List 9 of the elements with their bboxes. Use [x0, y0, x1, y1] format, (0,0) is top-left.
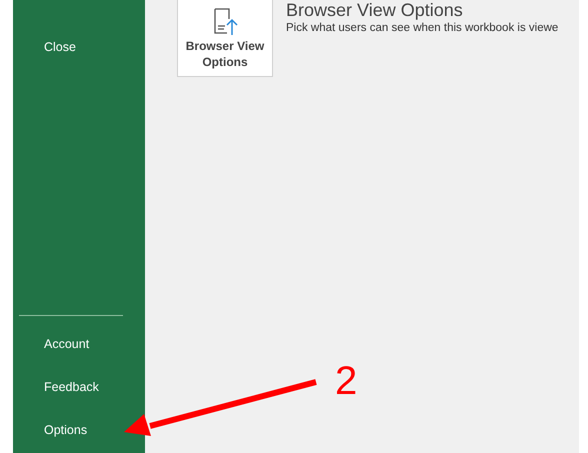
sidebar-item[interactable]: Feedback — [44, 372, 99, 402]
annotation-number: 2 — [335, 358, 358, 404]
sidebar-item[interactable]: Close — [44, 32, 76, 62]
section-description: Pick what users can see when this workbook is viewe — [286, 22, 558, 34]
section-heading: Browser View Options — [286, 0, 464, 20]
sidebar-item[interactable]: Options — [44, 415, 88, 445]
browser-view-options-button[interactable]: Browser View Options — [177, 0, 273, 77]
document-arrow-icon — [212, 8, 238, 36]
sidebar-item[interactable]: Account — [44, 329, 90, 359]
